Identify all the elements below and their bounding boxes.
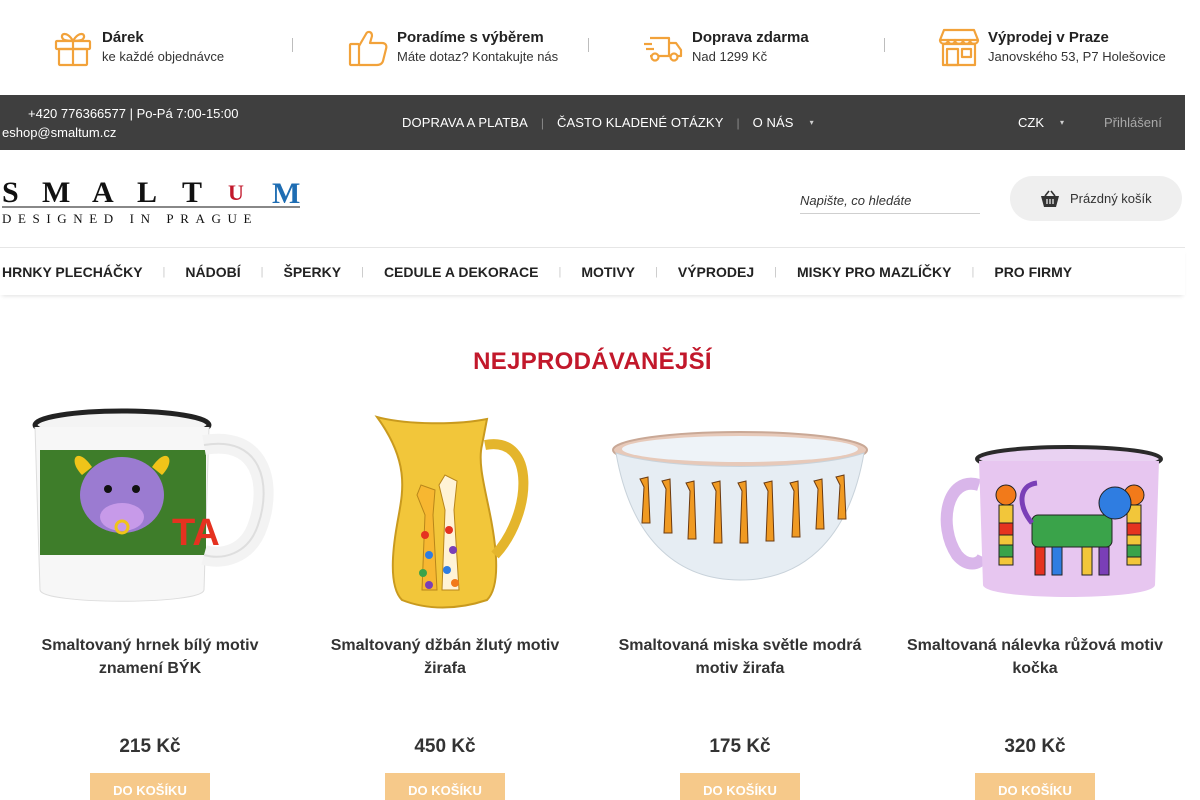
divider: |: [260, 265, 264, 278]
bowl-giraffe-image[interactable]: [612, 405, 868, 615]
svg-text:S: S: [2, 176, 19, 209]
svg-text:TA: TA: [172, 512, 220, 554]
product-card: Smaltovaná miska světle modrá motiv žira…: [595, 405, 885, 800]
section-title: NEJPRODÁVANĚJŠÍ: [473, 348, 712, 375]
site-logo[interactable]: S M A L T U M DESIGNED IN PRAGUE: [2, 172, 302, 226]
product-name[interactable]: Smaltovaný hrnek bílý motiv znamení BÝK: [5, 634, 295, 714]
mug-bull-image[interactable]: TA: [22, 405, 278, 615]
nav-item-mugs[interactable]: HRNKY PLECHÁČKY: [2, 264, 143, 280]
svg-text:U: U: [228, 180, 244, 205]
svg-text:M: M: [42, 176, 70, 209]
cart-button[interactable]: Prázdný košík: [1010, 176, 1182, 221]
phone-text: +420 776366577 | Po-Pá 7:00-15:00: [28, 106, 239, 121]
category-nav: HRNKY PLECHÁČKY | NÁDOBÍ | ŠPERKY | CEDU…: [0, 248, 1185, 295]
svg-text:L: L: [137, 176, 157, 209]
cart-label: Prázdný košík: [1070, 191, 1152, 206]
product-card: Smaltovaná nálevka růžová motiv kočka 32…: [890, 405, 1180, 800]
link-faq[interactable]: ČASTO KLADENÉ OTÁZKY: [557, 115, 723, 130]
benefit-title: Poradíme s výběrem: [397, 29, 544, 46]
svg-text:DESIGNED IN PRAGUE: DESIGNED IN PRAGUE: [2, 211, 258, 226]
benefit-subtitle: Nad 1299 Kč: [692, 49, 768, 64]
gift-icon: [52, 26, 94, 68]
benefit-shipping: Doprava zdarma Nad 1299 Kč: [642, 26, 809, 68]
nav-item-business[interactable]: PRO FIRMY: [994, 264, 1072, 280]
site-header: S M A L T U M DESIGNED IN PRAGUE Prázdný…: [0, 150, 1185, 248]
svg-text:A: A: [92, 176, 114, 209]
product-name[interactable]: Smaltovaný džbán žlutý motiv žirafa: [300, 634, 590, 714]
divider: [292, 38, 293, 52]
add-to-cart-button[interactable]: DO KOŠÍKU: [975, 773, 1095, 800]
product-price: 320 Kč: [1004, 736, 1066, 757]
basket-icon: [1041, 190, 1059, 207]
search-input[interactable]: [800, 193, 980, 208]
chevron-down-icon: ▾: [1060, 118, 1065, 127]
benefit-shop: Výprodej v Praze Janovského 53, P7 Holeš…: [938, 26, 1166, 68]
delivery-truck-icon: [642, 26, 684, 68]
divider: |: [540, 115, 544, 130]
top-links: DOPRAVA A PLATBA | ČASTO KLADENÉ OTÁZKY …: [402, 115, 814, 130]
contact-info: +420 776366577 | Po-Pá 7:00-15:00 eshop@…: [2, 104, 238, 142]
divider: [588, 38, 589, 52]
benefit-title: Dárek: [102, 29, 144, 46]
product-name[interactable]: Smaltovaná nálevka růžová motiv kočka: [890, 634, 1180, 714]
email-link[interactable]: eshop@smaltum.cz: [2, 123, 238, 142]
benefit-title: Výprodej v Praze: [988, 29, 1109, 46]
login-link[interactable]: Přihlášení: [1104, 115, 1162, 130]
nav-item-motifs[interactable]: MOTIVY: [581, 264, 635, 280]
divider: |: [361, 265, 364, 278]
divider: |: [971, 265, 975, 278]
add-to-cart-button[interactable]: DO KOŠÍKU: [90, 773, 210, 800]
nav-item-signs-decor[interactable]: CEDULE A DEKORACE: [384, 264, 539, 280]
divider: |: [736, 115, 740, 130]
search-box: [800, 192, 980, 214]
benefit-subtitle: Janovského 53, P7 Holešovice: [988, 49, 1166, 64]
divider: |: [774, 265, 777, 278]
divider: |: [162, 265, 166, 278]
nav-item-dishes[interactable]: NÁDOBÍ: [185, 264, 240, 280]
nav-item-sale[interactable]: VÝPRODEJ: [678, 264, 754, 280]
divider: [884, 38, 885, 52]
nav-item-pet-bowls[interactable]: MISKY PRO MAZLÍČKY: [797, 264, 952, 280]
product-card: Smaltovaný džbán žlutý motiv žirafa 450 …: [300, 405, 590, 800]
product-price: 215 Kč: [119, 736, 181, 757]
currency-value: CZK: [1018, 115, 1044, 130]
benefit-advice: Poradíme s výběrem Máte dotaz? Kontakujt…: [347, 26, 558, 68]
benefit-title: Doprava zdarma: [692, 29, 809, 46]
nav-item-jewelry[interactable]: ŠPERKY: [284, 264, 342, 280]
benefit-subtitle: Máte dotaz? Kontakujte nás: [397, 49, 559, 64]
svg-text:M: M: [272, 177, 300, 210]
thumbs-up-icon: [347, 26, 389, 68]
product-price: 175 Kč: [709, 736, 771, 757]
shop-icon: [938, 26, 980, 68]
benefit-subtitle: ke každé objednávce: [102, 49, 225, 64]
benefit-gift: Dárek ke každé objednávce: [52, 26, 224, 68]
product-price: 450 Kč: [414, 736, 476, 757]
jug-giraffe-image[interactable]: [317, 405, 573, 615]
svg-text:T: T: [182, 176, 202, 209]
divider: |: [558, 265, 562, 278]
link-about[interactable]: O NÁS: [753, 115, 794, 130]
product-card: TA Smaltovaný hrnek bílý motiv znamení B…: [5, 405, 295, 800]
benefits-bar: Dárek ke každé objednávce Poradíme s výb…: [0, 0, 1185, 95]
top-bar: +420 776366577 | Po-Pá 7:00-15:00 eshop@…: [0, 95, 1185, 150]
cup-cat-image[interactable]: [907, 405, 1163, 615]
currency-select[interactable]: CZK ▾: [1018, 115, 1064, 130]
divider: |: [655, 265, 658, 278]
add-to-cart-button[interactable]: DO KOŠÍKU: [385, 773, 505, 800]
add-to-cart-button[interactable]: DO KOŠÍKU: [680, 773, 800, 800]
link-shipping-payment[interactable]: DOPRAVA A PLATBA: [402, 115, 528, 130]
product-name[interactable]: Smaltovaná miska světle modrá motiv žira…: [595, 634, 885, 714]
chevron-down-icon[interactable]: ▾: [810, 118, 814, 127]
